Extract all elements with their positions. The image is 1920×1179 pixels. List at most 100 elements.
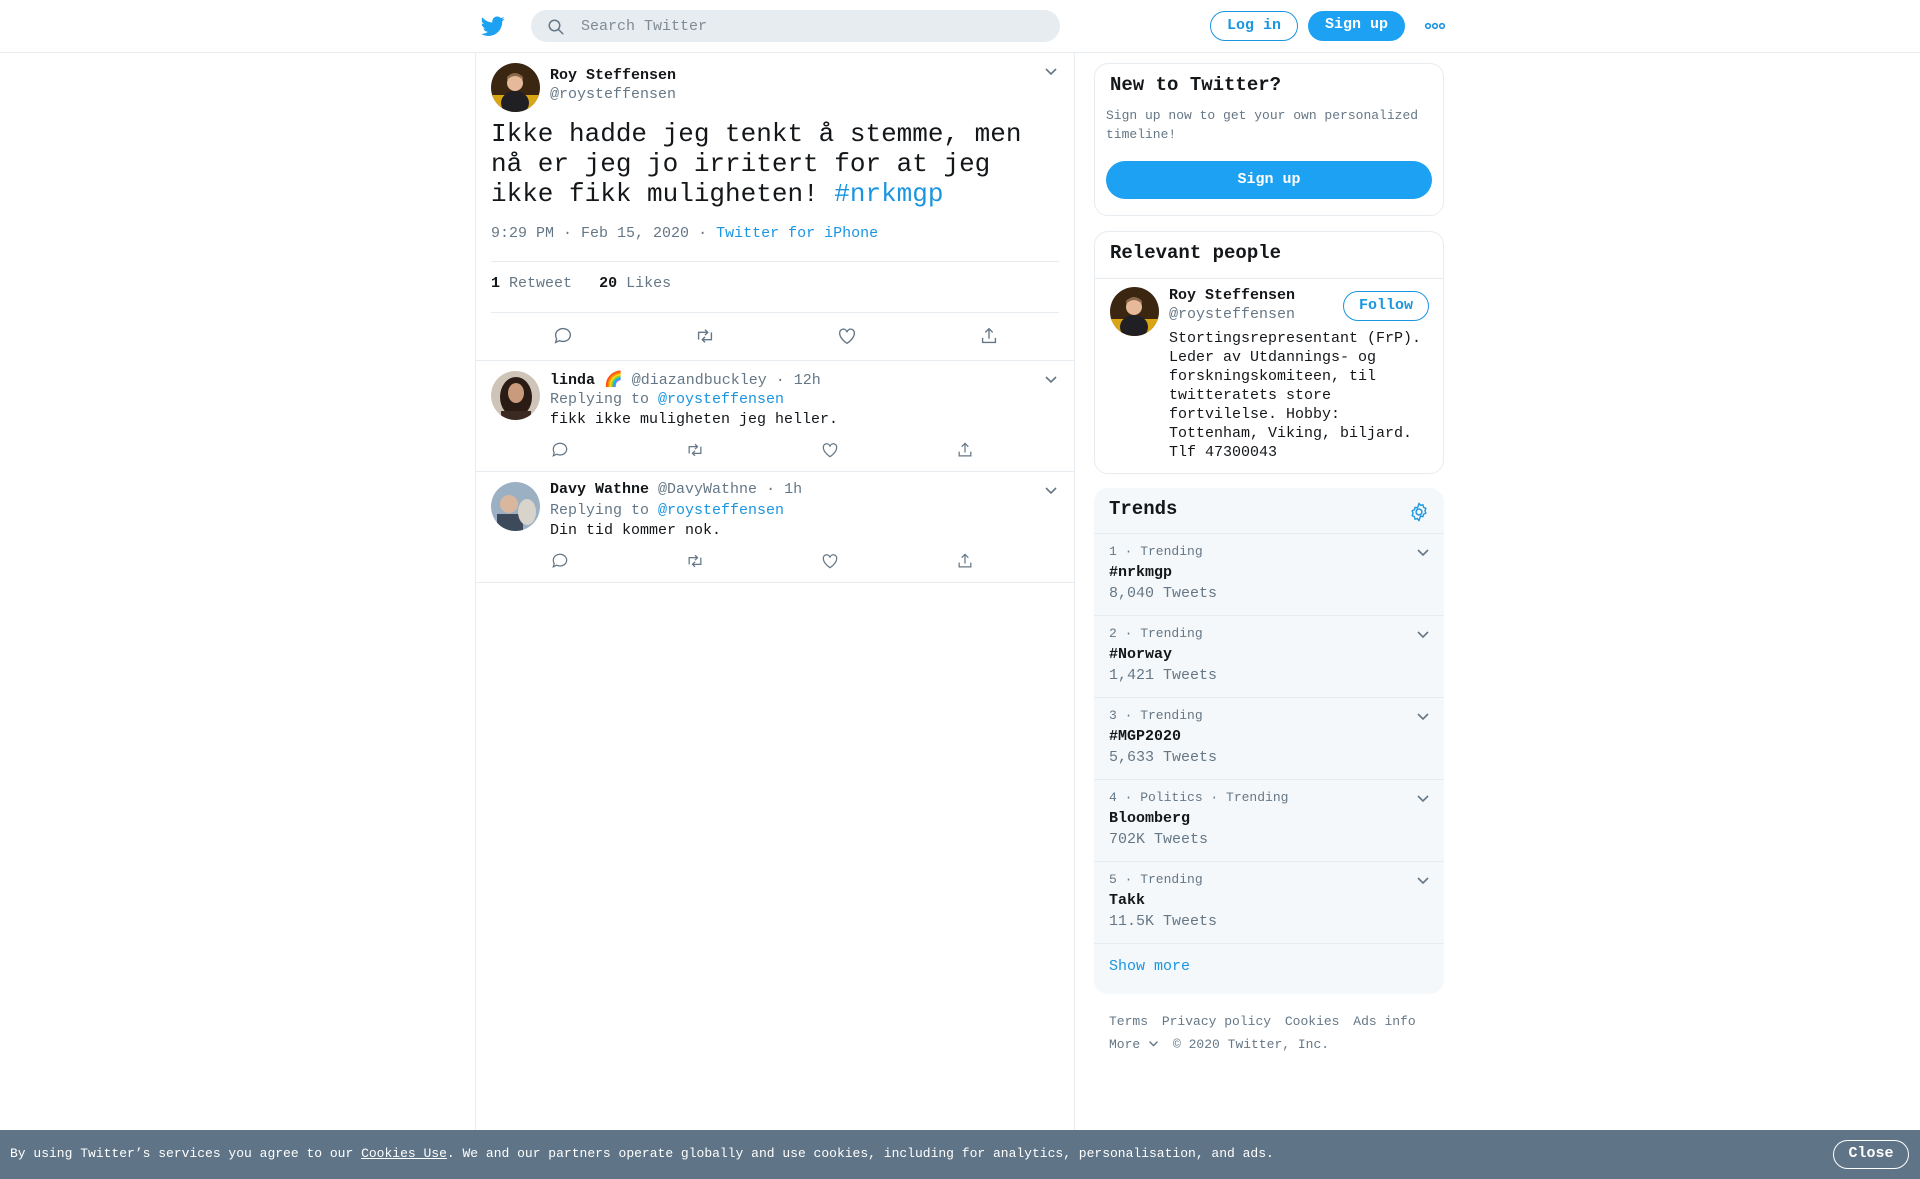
trends-header: Trends — [1094, 488, 1444, 534]
trend-meta: 3 · Trending — [1109, 708, 1203, 723]
login-button[interactable]: Log in — [1210, 11, 1298, 41]
person-handle[interactable]: @roysteffensen — [1169, 306, 1295, 323]
signup-button[interactable]: Sign up — [1106, 161, 1432, 199]
signup-button[interactable]: Sign up — [1308, 11, 1405, 41]
trend-item[interactable]: 5 · Trending Takk 11.5K Tweets — [1094, 862, 1444, 944]
replying-to: Replying to @roysteffensen — [550, 502, 785, 519]
new-to-twitter-card: New to Twitter? Sign up now to get your … — [1094, 63, 1444, 216]
author-handle[interactable]: @roysteffensen — [550, 86, 676, 103]
timeline-column: Roy Steffensen @roysteffensen Ikke hadde… — [475, 53, 1075, 1133]
divider — [1095, 278, 1443, 279]
tweet-timestamp[interactable]: 9:29 PM · Feb 15, 2020 — [491, 225, 689, 242]
avatar[interactable] — [491, 63, 540, 112]
retweet-icon[interactable] — [694, 325, 716, 347]
footer-more-menu[interactable]: More — [1109, 1037, 1159, 1052]
author-handle[interactable]: @diazandbuckley — [632, 372, 767, 389]
trend-name[interactable]: Takk — [1109, 892, 1145, 909]
footer-link-privacy[interactable]: Privacy policy — [1162, 1014, 1271, 1029]
tweet-actions — [476, 551, 1074, 573]
tweet-timestamp[interactable]: · 1h — [766, 481, 802, 498]
reply-icon[interactable] — [552, 325, 574, 347]
footer-link-ads-info[interactable]: Ads info — [1353, 1014, 1415, 1029]
author-name[interactable]: Roy Steffensen — [550, 67, 676, 84]
search-bar[interactable] — [531, 10, 1060, 42]
avatar[interactable] — [491, 371, 540, 420]
footer-link-cookies[interactable]: Cookies — [1285, 1014, 1340, 1029]
author-handle[interactable]: @DavyWathne — [658, 481, 757, 498]
chevron-down-icon[interactable] — [1044, 486, 1058, 496]
cookie-consent-bar: By using Twitter’s services you agree to… — [0, 1130, 1920, 1179]
reply-text: Din tid kommer nok. — [550, 522, 722, 539]
footer-links: Terms Privacy policy Cookies Ads info — [1109, 1010, 1449, 1033]
reply-tweet[interactable]: Davy Wathne @DavyWathne · 1h Replying to… — [476, 472, 1074, 583]
chevron-down-icon[interactable] — [1416, 712, 1430, 722]
trend-name[interactable]: Bloomberg — [1109, 810, 1190, 827]
divider — [491, 312, 1059, 313]
follow-button[interactable]: Follow — [1343, 291, 1429, 321]
trend-name[interactable]: #Norway — [1109, 646, 1172, 663]
hashtag-link[interactable]: #nrkmgp — [834, 179, 943, 209]
avatar[interactable] — [491, 482, 540, 531]
tweet-source-link[interactable]: Twitter for iPhone — [716, 225, 878, 242]
tweet-timestamp[interactable]: · 12h — [776, 372, 821, 389]
divider — [491, 261, 1059, 262]
show-more-link[interactable]: Show more — [1109, 958, 1190, 975]
trend-name[interactable]: #nrkmgp — [1109, 564, 1172, 581]
mention-link[interactable]: @roysteffensen — [658, 391, 784, 408]
trend-meta: 5 · Trending — [1109, 872, 1203, 887]
chevron-down-icon[interactable] — [1044, 67, 1058, 77]
person-name[interactable]: Roy Steffensen — [1169, 287, 1295, 304]
trends-card: Trends 1 · Trending #nrkmgp 8,040 Tweets… — [1094, 488, 1444, 994]
trend-item[interactable]: 4 · Politics · Trending Bloomberg 702K T… — [1094, 780, 1444, 862]
trend-count: 702K Tweets — [1109, 831, 1209, 848]
chevron-down-icon[interactable] — [1416, 876, 1430, 886]
avatar[interactable] — [1110, 287, 1159, 336]
share-icon[interactable] — [955, 440, 975, 460]
replying-to: Replying to @roysteffensen — [550, 391, 785, 408]
copyright: © 2020 Twitter, Inc. — [1173, 1037, 1330, 1052]
trend-item[interactable]: 1 · Trending #nrkmgp 8,040 Tweets — [1094, 534, 1444, 616]
chevron-down-icon[interactable] — [1416, 630, 1430, 640]
tweet-text: Ikke hadde jeg tenkt å stemme, men nå er… — [491, 119, 1061, 209]
reply-tweet[interactable]: linda 🌈 @diazandbuckley · 12h Replying t… — [476, 361, 1074, 472]
trend-item[interactable]: 2 · Trending #Norway 1,421 Tweets — [1094, 616, 1444, 698]
trend-item[interactable]: 3 · Trending #MGP2020 5,633 Tweets — [1094, 698, 1444, 780]
cookies-use-link[interactable]: Cookies Use — [361, 1146, 447, 1161]
twitter-logo-icon[interactable] — [480, 14, 506, 38]
chevron-down-icon[interactable] — [1416, 794, 1430, 804]
like-count[interactable]: 20 Likes — [599, 275, 671, 292]
trend-count: 1,421 Tweets — [1109, 667, 1218, 684]
mention-link[interactable]: @roysteffensen — [658, 502, 784, 519]
share-icon[interactable] — [955, 551, 975, 571]
trend-meta: 2 · Trending — [1109, 626, 1203, 641]
reply-header: Davy Wathne @DavyWathne · 1h — [550, 481, 802, 498]
reply-icon[interactable] — [550, 440, 570, 460]
trend-meta: 4 · Politics · Trending — [1109, 790, 1289, 805]
settings-gear-icon[interactable] — [1408, 501, 1430, 523]
card-title: Trends — [1109, 498, 1178, 520]
relevant-people-card: Relevant people Roy Steffensen @roysteff… — [1094, 231, 1444, 474]
retweet-icon[interactable] — [685, 551, 705, 571]
cookie-message: By using Twitter’s services you agree to… — [10, 1146, 1274, 1161]
retweet-icon[interactable] — [685, 440, 705, 460]
like-heart-icon[interactable] — [836, 325, 858, 347]
top-navigation-bar: Log in Sign up — [0, 0, 1920, 53]
footer-link-terms[interactable]: Terms — [1109, 1014, 1148, 1029]
trend-count: 8,040 Tweets — [1109, 585, 1218, 602]
author-name[interactable]: linda 🌈 — [550, 372, 623, 389]
search-input[interactable] — [581, 10, 1041, 42]
more-horizontal-icon[interactable] — [1424, 18, 1446, 34]
retweet-count[interactable]: 1 Retweet — [491, 275, 572, 292]
like-heart-icon[interactable] — [820, 440, 840, 460]
card-title: Relevant people — [1110, 242, 1282, 264]
share-icon[interactable] — [978, 325, 1000, 347]
tweet-actions — [476, 325, 1074, 347]
like-heart-icon[interactable] — [820, 551, 840, 571]
author-name[interactable]: Davy Wathne — [550, 481, 649, 498]
close-button[interactable]: Close — [1833, 1140, 1909, 1169]
reply-icon[interactable] — [550, 551, 570, 571]
chevron-down-icon[interactable] — [1044, 375, 1058, 385]
sidebar-footer: Terms Privacy policy Cookies Ads info Mo… — [1109, 1010, 1449, 1056]
trend-name[interactable]: #MGP2020 — [1109, 728, 1181, 745]
chevron-down-icon[interactable] — [1416, 548, 1430, 558]
